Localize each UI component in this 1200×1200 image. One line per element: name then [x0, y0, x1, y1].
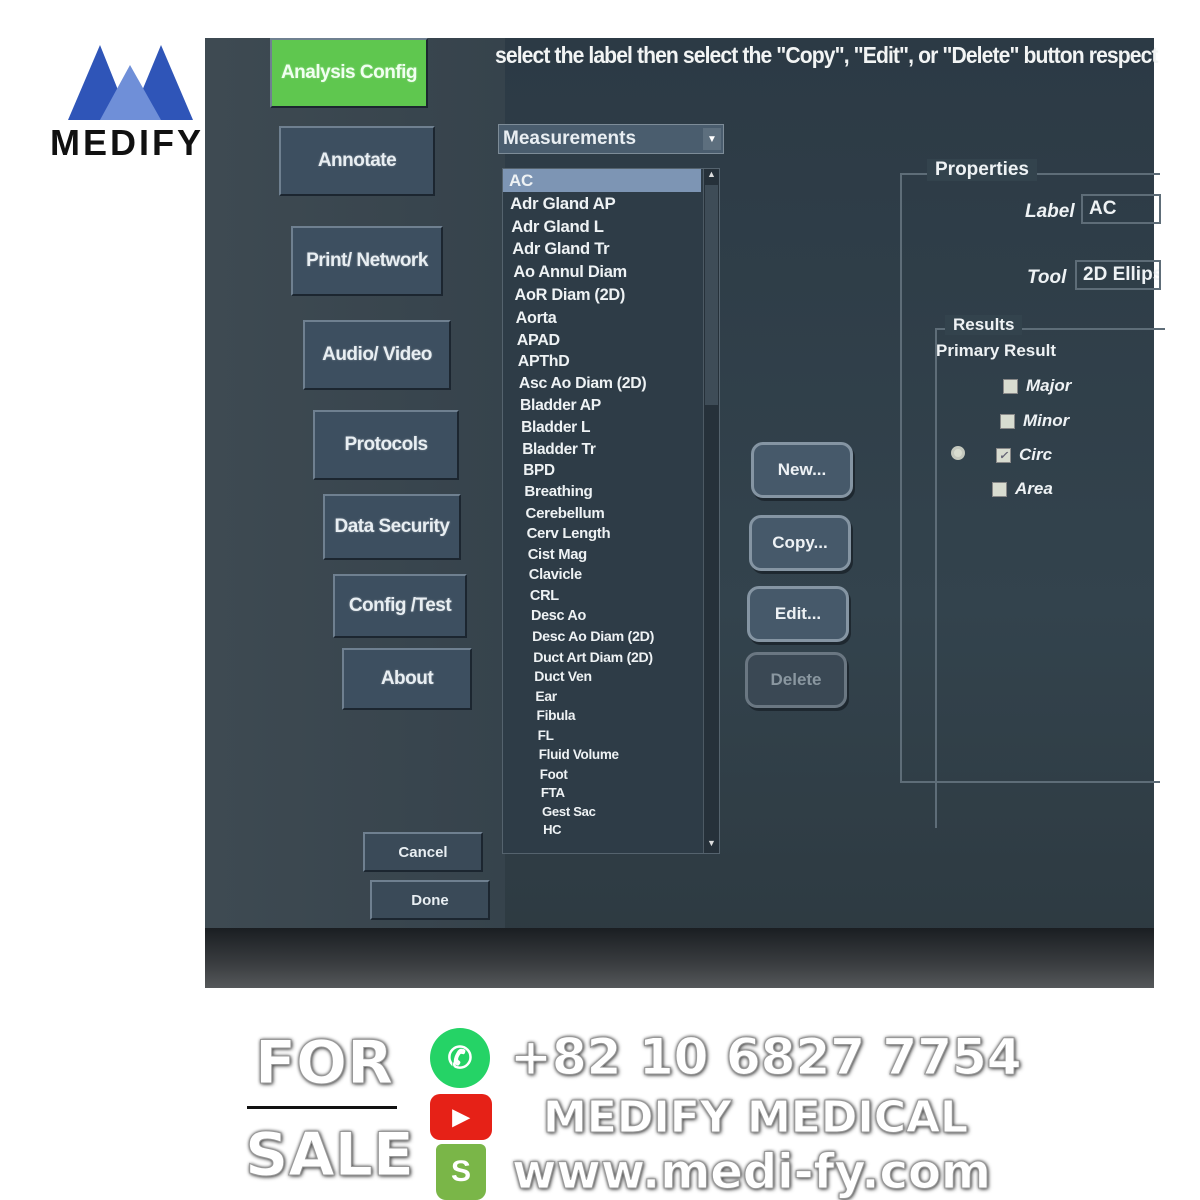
list-item[interactable]: BPD: [503, 460, 719, 481]
list-item[interactable]: Desc Ao Diam (2D): [503, 627, 719, 647]
promo-company: MEDIFY MEDICAL: [542, 1092, 969, 1144]
cancel-button[interactable]: Cancel: [363, 832, 483, 872]
list-item[interactable]: AoR Diam (2D): [503, 284, 719, 307]
list-item[interactable]: Ear: [503, 687, 719, 707]
promo-sale: SALE: [245, 1120, 415, 1191]
ultrasound-screen: Analysis Config Annotate Print/ Network …: [205, 38, 1165, 988]
primary-result-label: Primary Result: [936, 341, 1056, 360]
whatsapp-icon: ✆: [430, 1028, 490, 1088]
list-item[interactable]: FTA: [503, 784, 719, 803]
list-item[interactable]: Cist Mag: [503, 545, 719, 566]
list-item[interactable]: Breathing: [503, 481, 719, 502]
list-scrollbar[interactable]: ▲ ▼: [703, 169, 719, 853]
scroll-down-icon[interactable]: ▼: [704, 838, 719, 853]
scroll-up-icon[interactable]: ▲: [704, 169, 719, 184]
promo-divider: [247, 1106, 397, 1109]
list-item[interactable]: Bladder Tr: [503, 439, 719, 461]
list-item[interactable]: APThD: [503, 351, 719, 373]
tool-caption: Tool: [1027, 267, 1067, 288]
tab-data-security[interactable]: Data Security: [323, 494, 461, 560]
done-button[interactable]: Done: [370, 880, 490, 920]
medify-logo-mark: [68, 45, 193, 120]
list-item[interactable]: Fibula: [503, 706, 719, 726]
list-item[interactable]: AC: [503, 169, 701, 193]
promo-website[interactable]: www.medi-fy.com: [512, 1144, 992, 1200]
checkbox-label: Circ: [1019, 445, 1053, 464]
tab-audio-video[interactable]: Audio/ Video: [303, 320, 451, 390]
label-field[interactable]: AC: [1081, 194, 1161, 224]
results-title: Results: [945, 315, 1023, 335]
checkbox-box[interactable]: [992, 481, 1007, 497]
shopify-icon: S: [436, 1144, 486, 1200]
monitor-bezel: [205, 928, 1154, 988]
config-sidebar: Analysis Config Annotate Print/ Network …: [205, 38, 505, 928]
checkbox-box[interactable]: [1003, 378, 1018, 394]
checkbox-minor[interactable]: Minor: [1000, 411, 1069, 431]
edit-button[interactable]: Edit...: [747, 586, 849, 642]
checkbox-circ[interactable]: ✓ Circ: [996, 445, 1052, 465]
results-group: [935, 328, 1165, 828]
list-item[interactable]: Cerebellum: [503, 503, 719, 524]
list-item[interactable]: CRL: [503, 586, 719, 606]
promo-phone: +82 10 6827 7754: [510, 1028, 1023, 1087]
category-dropdown-value: Measurements: [503, 128, 637, 149]
checkbox-major[interactable]: Major: [1003, 376, 1071, 396]
checkbox-label: Major: [1026, 376, 1072, 395]
list-item[interactable]: Fluid Volume: [503, 745, 719, 764]
medify-logo: MEDIFY: [50, 45, 210, 164]
chevron-down-icon[interactable]: ▼: [703, 128, 721, 150]
promo-banner: FOR SALE ✆ ▶ S +82 10 6827 7754 MEDIFY M…: [0, 1020, 1200, 1200]
tab-config-test[interactable]: Config /Test: [333, 574, 467, 638]
list-item[interactable]: Bladder AP: [503, 395, 719, 417]
list-item[interactable]: Desc Ao: [503, 606, 719, 626]
list-item[interactable]: Bladder L: [503, 417, 719, 439]
checkbox-label: Minor: [1023, 411, 1070, 430]
list-item[interactable]: Clavicle: [503, 565, 719, 586]
list-item[interactable]: Adr Gland AP: [503, 192, 719, 215]
brand-name: MEDIFY: [50, 122, 205, 163]
list-item[interactable]: Foot: [503, 765, 719, 784]
checkbox-label: Area: [1015, 479, 1053, 498]
list-item[interactable]: APAD: [503, 329, 719, 351]
tab-analysis-config[interactable]: Analysis Config: [270, 38, 428, 108]
checkbox-area[interactable]: Area: [992, 479, 1053, 499]
list-item[interactable]: Asc Ao Diam (2D): [503, 373, 719, 395]
list-item[interactable]: Gest Sac: [503, 803, 719, 822]
list-item[interactable]: Duct Ven: [503, 667, 719, 687]
tab-about[interactable]: About: [342, 648, 472, 710]
tool-field[interactable]: 2D Ellips: [1075, 260, 1161, 290]
label-caption: Label: [1025, 201, 1075, 222]
properties-title: Properties: [927, 159, 1037, 181]
primary-result-radio[interactable]: [951, 446, 965, 460]
scrollbar-thumb[interactable]: [705, 185, 718, 405]
tab-protocols[interactable]: Protocols: [313, 410, 459, 480]
list-item[interactable]: HC: [503, 821, 719, 840]
new-button[interactable]: New...: [751, 442, 853, 498]
list-item[interactable]: Aorta: [503, 307, 719, 329]
checkmark-icon[interactable]: ✓: [996, 447, 1011, 463]
list-item[interactable]: Ao Annul Diam: [503, 261, 719, 284]
youtube-icon: ▶: [430, 1094, 492, 1140]
promo-for: FOR: [254, 1028, 394, 1099]
instruction-text: select the label then select the "Copy",…: [495, 42, 1159, 68]
delete-button[interactable]: Delete: [745, 652, 847, 708]
checkbox-box[interactable]: [1000, 413, 1015, 429]
copy-button[interactable]: Copy...: [749, 515, 851, 571]
tab-print-network[interactable]: Print/ Network: [291, 226, 443, 296]
tab-annotate[interactable]: Annotate: [279, 126, 435, 196]
list-item[interactable]: FL: [503, 726, 719, 745]
list-item[interactable]: Duct Art Diam (2D): [503, 647, 719, 667]
category-dropdown[interactable]: Measurements ▼: [498, 124, 724, 154]
list-item[interactable]: Adr Gland L: [503, 215, 719, 238]
list-item[interactable]: Cerv Length: [503, 524, 719, 545]
measurement-list[interactable]: AC Adr Gland AP Adr Gland L Adr Gland Tr Ao …: [502, 168, 720, 854]
list-item[interactable]: Adr Gland Tr: [503, 238, 719, 261]
